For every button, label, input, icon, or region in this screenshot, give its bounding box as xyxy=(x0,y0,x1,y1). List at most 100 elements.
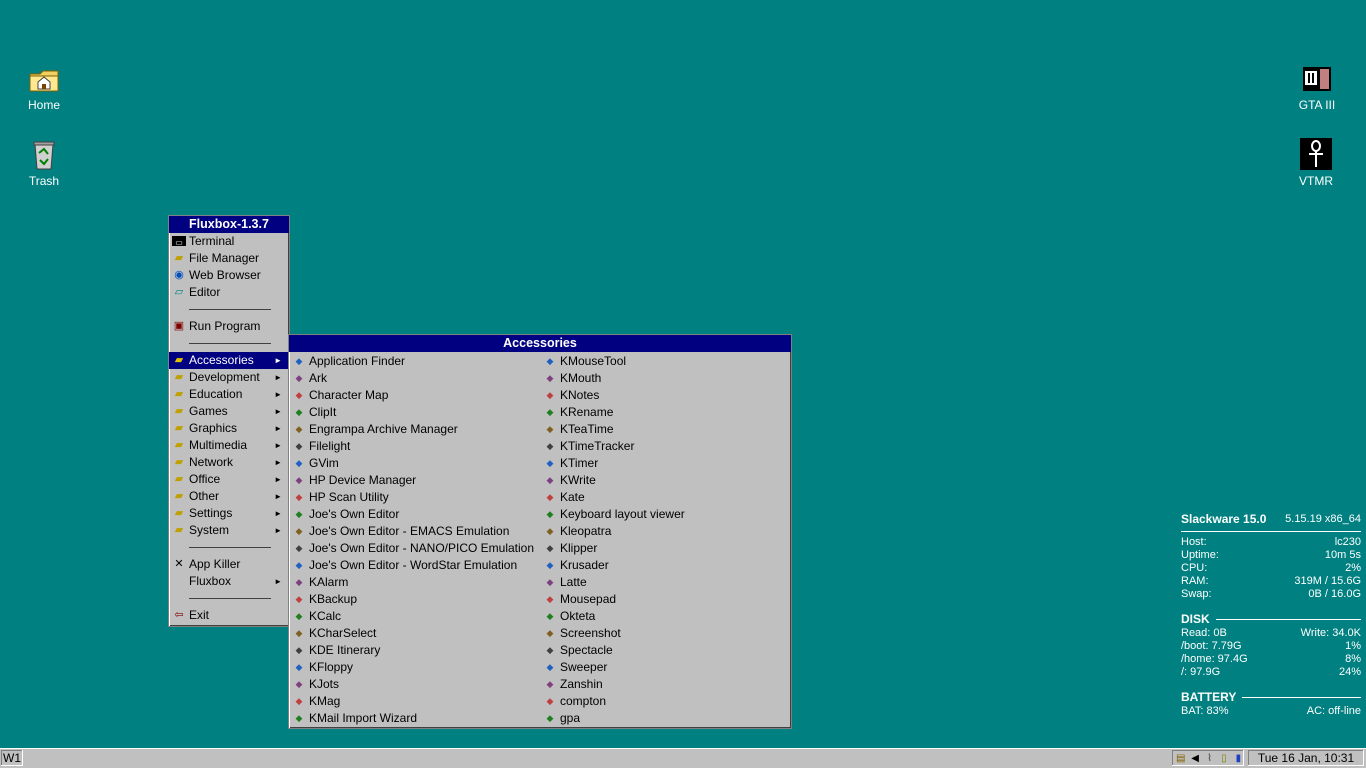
volume-icon[interactable]: ◀ xyxy=(1189,752,1200,765)
accessories-item[interactable]: ◆ KDE Itinerary xyxy=(289,642,539,659)
app-icon: ◆ xyxy=(546,458,554,468)
accessories-item[interactable]: ◆ KCharSelect xyxy=(289,625,539,642)
accessories-item[interactable]: ◆ KMail Import Wizard xyxy=(289,710,539,727)
accessories-item[interactable]: ◆ Joe's Own Editor xyxy=(289,506,539,523)
accessories-item[interactable]: ◆ KCalc xyxy=(289,608,539,625)
accessories-item[interactable]: ◆ KRename xyxy=(540,404,790,421)
accessories-item[interactable]: ◆ KTeaTime xyxy=(540,421,790,438)
accessories-item[interactable]: ◆ KTimeTracker xyxy=(540,438,790,455)
accessories-item[interactable]: ◆ KTimer xyxy=(540,455,790,472)
conky-key: /boot: 7.79G xyxy=(1181,640,1242,652)
battery-icon[interactable]: ▮ xyxy=(1233,752,1244,765)
accessories-item[interactable]: ◆ KFloppy xyxy=(289,659,539,676)
accessories-item[interactable]: ◆ KNotes xyxy=(540,387,790,404)
conky-value: Write: 34.0K xyxy=(1300,627,1361,639)
accessories-item[interactable]: ◆ gpa xyxy=(540,710,790,727)
accessories-item[interactable]: ◆ Mousepad xyxy=(540,591,790,608)
menu-item-system[interactable]: ▰ System ► xyxy=(169,522,289,539)
accessories-item[interactable]: ◆ KMag xyxy=(289,693,539,710)
accessories-item-label: Spectacle xyxy=(560,643,613,657)
accessories-item-label: ClipIt xyxy=(309,405,337,419)
accessories-item[interactable]: ◆ KJots xyxy=(289,676,539,693)
app-icon: ◆ xyxy=(546,407,554,417)
desktop-icon-label: Trash xyxy=(28,174,60,188)
accessories-item[interactable]: ◆ Engrampa Archive Manager xyxy=(289,421,539,438)
accessories-item-label: Joe's Own Editor xyxy=(309,507,400,521)
accessories-item[interactable]: ◆ Keyboard layout viewer xyxy=(540,506,790,523)
accessories-item-label: GVim xyxy=(309,456,339,470)
app-icon: ◆ xyxy=(546,560,554,570)
menu-item-exit[interactable]: ⇦ Exit xyxy=(169,607,289,624)
accessories-item[interactable]: ◆ Klipper xyxy=(540,540,790,557)
app-icon: ◆ xyxy=(295,713,303,723)
menu-item-network[interactable]: ▰ Network ► xyxy=(169,454,289,471)
accessories-item[interactable]: ◆ Joe's Own Editor - WordStar Emulation xyxy=(289,557,539,574)
clipboard-icon[interactable]: ▤ xyxy=(1175,752,1186,765)
menu-item-other[interactable]: ▰ Other ► xyxy=(169,488,289,505)
desktop-icon-gta[interactable]: GTA III xyxy=(1282,62,1352,112)
menu-item-graphics[interactable]: ▰ Graphics ► xyxy=(169,420,289,437)
accessories-item[interactable]: ◆ KAlarm xyxy=(289,574,539,591)
menu-item-accessories[interactable]: ▰ Accessories ► xyxy=(169,352,289,369)
menu-item-fluxbox[interactable]: Fluxbox ► xyxy=(169,573,289,590)
conky-header-row: Slackware 15.0 5.15.19 x86_64 xyxy=(1181,511,1361,527)
accessories-item[interactable]: ◆ Ark xyxy=(289,370,539,387)
accessories-item[interactable]: ◆ Zanshin xyxy=(540,676,790,693)
menu-item-web-browser[interactable]: ◉ Web Browser xyxy=(169,267,289,284)
menu-item-education[interactable]: ▰ Education ► xyxy=(169,386,289,403)
app-icon: ◆ xyxy=(546,577,554,587)
accessories-item-label: KAlarm xyxy=(309,575,349,589)
menu-item-terminal[interactable]: ▭ Terminal xyxy=(169,233,289,250)
app-icon: ◆ xyxy=(295,390,303,400)
clock[interactable]: Tue 16 Jan, 10:31 xyxy=(1248,750,1364,766)
conky-section-label: BATTERY xyxy=(1181,690,1237,704)
accessories-item[interactable]: ◆ Character Map xyxy=(289,387,539,404)
accessories-item[interactable]: ◆ Application Finder xyxy=(289,353,539,370)
accessories-item[interactable]: ◆ Filelight xyxy=(289,438,539,455)
conky-system-monitor: Slackware 15.0 5.15.19 x86_64 Host: lc230… xyxy=(1181,511,1361,718)
menu-item-games[interactable]: ▰ Games ► xyxy=(169,403,289,420)
kill-icon: ✕ xyxy=(174,558,184,570)
menu-item-file-manager[interactable]: ▰ File Manager xyxy=(169,250,289,267)
app-icon: ◆ xyxy=(546,628,554,638)
accessories-item[interactable]: ◆ KWrite xyxy=(540,472,790,489)
accessories-item[interactable]: ◆ Kleopatra xyxy=(540,523,790,540)
accessories-item[interactable]: ◆ KMouth xyxy=(540,370,790,387)
accessories-item[interactable]: ◆ KBackup xyxy=(289,591,539,608)
workspace-button[interactable]: W1 xyxy=(1,750,23,766)
menu-item-app-killer[interactable]: ✕ App Killer xyxy=(169,556,289,573)
accessories-item[interactable]: ◆ Krusader xyxy=(540,557,790,574)
menu-item-multimedia[interactable]: ▰ Multimedia ► xyxy=(169,437,289,454)
accessories-item[interactable]: ◆ compton xyxy=(540,693,790,710)
accessories-item[interactable]: ◆ HP Scan Utility xyxy=(289,489,539,506)
app-icon: ◆ xyxy=(295,611,303,621)
accessories-item[interactable]: ◆ Joe's Own Editor - EMACS Emulation xyxy=(289,523,539,540)
network-icon[interactable]: ⌇ xyxy=(1204,752,1215,765)
menu-item-development[interactable]: ▰ Development ► xyxy=(169,369,289,386)
accessories-item[interactable]: ◆ HP Device Manager xyxy=(289,472,539,489)
phone-icon[interactable]: ▯ xyxy=(1218,752,1229,765)
accessories-item[interactable]: ◆ Spectacle xyxy=(540,642,790,659)
accessories-item[interactable]: ◆ ClipIt xyxy=(289,404,539,421)
folder-icon: ▰ xyxy=(174,439,184,451)
accessories-item[interactable]: ◆ GVim xyxy=(289,455,539,472)
desktop-icon-vtmr[interactable]: VTMR xyxy=(1281,138,1351,188)
accessories-item[interactable]: ◆ Joe's Own Editor - NANO/PICO Emulation xyxy=(289,540,539,557)
accessories-item[interactable]: ◆ Screenshot xyxy=(540,625,790,642)
accessories-item-label: KTeaTime xyxy=(560,422,614,436)
accessories-item[interactable]: ◆ Okteta xyxy=(540,608,790,625)
accessories-item[interactable]: ◆ Latte xyxy=(540,574,790,591)
accessories-item[interactable]: ◆ Kate xyxy=(540,489,790,506)
accessories-item[interactable]: ◆ Sweeper xyxy=(540,659,790,676)
menu-item-office[interactable]: ▰ Office ► xyxy=(169,471,289,488)
conky-value: 10m 5s xyxy=(1324,549,1361,561)
desktop-icon-trash[interactable]: Trash xyxy=(9,138,79,188)
desktop-icon-home[interactable]: Home xyxy=(9,62,79,112)
menu-item-editor[interactable]: ▱ Editor xyxy=(169,284,289,301)
accessories-item[interactable]: ◆ KMouseTool xyxy=(540,353,790,370)
accessories-column-left: ◆ Application Finder ◆ Ark ◆ Character Map ◆ Cl… xyxy=(289,353,539,727)
menu-item-settings[interactable]: ▰ Settings ► xyxy=(169,505,289,522)
menu-item-run-program[interactable]: ▣ Run Program xyxy=(169,318,289,335)
